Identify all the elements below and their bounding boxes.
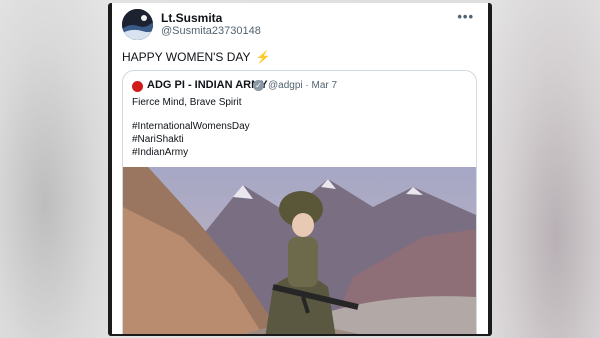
quoted-text-line: Fierce Mind, Brave Spirit (132, 97, 242, 108)
hashtag-link[interactable]: #IndianArmy (132, 147, 188, 158)
soldier-in-mountains-photo[interactable] (123, 167, 476, 334)
quoted-author-avatar[interactable] (132, 81, 143, 92)
avatar[interactable] (122, 9, 153, 40)
background-blur-right (490, 0, 600, 338)
author-handle[interactable]: @Susmita23730148 (161, 25, 261, 37)
quoted-tweet[interactable]: ADG PI - INDIAN ARMY ✓ @adgpi · Mar 7 Fi… (122, 70, 477, 334)
verified-badge-icon: ✓ (253, 80, 264, 91)
lightning-emoji: ⚡ (255, 50, 271, 64)
quoted-author-name[interactable]: ADG PI - INDIAN ARMY (147, 79, 268, 91)
hashtag-link[interactable]: #InternationalWomensDay (132, 121, 250, 132)
tweet-text: HAPPY WOMEN'S DAY ⚡ (122, 50, 271, 64)
hashtag-link[interactable]: #NariShakti (132, 134, 184, 145)
author-name[interactable]: Lt.Susmita (161, 11, 222, 25)
more-horizontal-icon[interactable]: ••• (457, 9, 474, 24)
tweet-card[interactable]: Lt.Susmita @Susmita23730148 ••• HAPPY WO… (112, 3, 488, 334)
tweet-text-content: HAPPY WOMEN'S DAY (122, 50, 251, 64)
quoted-meta[interactable]: @adgpi · Mar 7 (268, 80, 337, 91)
background-blur-left (0, 0, 112, 338)
